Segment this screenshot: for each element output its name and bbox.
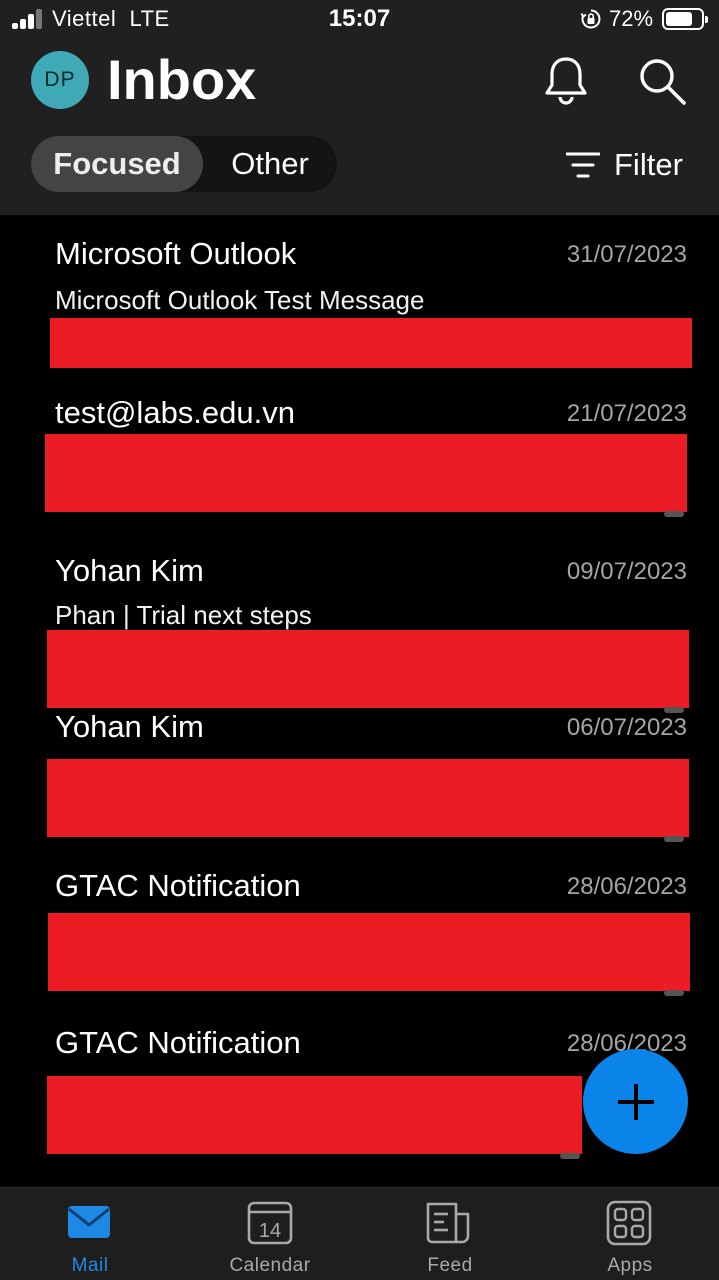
tab-calendar-label: Calendar [229, 1255, 311, 1276]
tab-feed-label: Feed [427, 1255, 473, 1276]
inbox-segmented-control: Focused Other [31, 136, 337, 192]
mail-icon [68, 1206, 110, 1238]
mail-sender: test@labs.edu.vn [55, 395, 295, 430]
redaction-block [45, 434, 687, 512]
bottom-tab-bar: Mail 14 Calendar Feed Apps [0, 1187, 719, 1280]
mail-date: 28/06/2023 [566, 873, 687, 900]
account-avatar[interactable]: DP [31, 51, 89, 109]
orientation-lock-icon [580, 9, 601, 29]
tab-calendar[interactable]: 14 Calendar [180, 1188, 360, 1280]
mail-date: 09/07/2023 [566, 558, 687, 585]
mail-sender: Yohan Kim [55, 553, 204, 588]
tab-feed[interactable]: Feed [360, 1188, 540, 1280]
redaction-block [50, 318, 692, 368]
mail-subject: Phan | Trial next steps [55, 600, 312, 630]
calendar-icon: 14 [247, 1201, 293, 1245]
redaction-block [47, 759, 689, 837]
mail-subject: Microsoft Outlook Test Message [55, 285, 425, 315]
battery-icon [662, 8, 708, 30]
filter-label: Filter [614, 147, 683, 182]
tab-apps-label: Apps [607, 1255, 653, 1276]
compose-button[interactable] [583, 1049, 688, 1154]
mail-sender: Microsoft Outlook [55, 236, 297, 271]
mail-row-4[interactable]: Yohan Kim 06/07/2023 [0, 707, 719, 847]
mail-row-3[interactable]: Yohan Kim 09/07/2023 Phan | Trial next s… [0, 532, 719, 713]
status-bar: Viettel LTE 15:07 72% [0, 0, 719, 40]
tab-other[interactable]: Other [203, 136, 337, 192]
filter-icon [566, 152, 600, 178]
page-title: Inbox [107, 48, 257, 111]
mail-date: 31/07/2023 [566, 241, 687, 268]
mail-row-1[interactable]: Microsoft Outlook 31/07/2023 Microsoft O… [0, 215, 719, 375]
mail-row-2[interactable]: test@labs.edu.vn 21/07/2023 [0, 375, 719, 525]
bell-icon[interactable] [542, 55, 590, 105]
battery-percentage: 72% [609, 6, 654, 31]
mail-row-5[interactable]: GTAC Notification 28/06/2023 [0, 847, 719, 1002]
tab-mail-label: Mail [71, 1255, 109, 1276]
feed-icon [426, 1202, 470, 1244]
mail-sender: Yohan Kim [55, 709, 204, 744]
attachment-indicator [664, 836, 684, 842]
attachment-indicator [664, 990, 684, 996]
calendar-day-number: 14 [259, 1220, 281, 1242]
app-header: Viettel LTE 15:07 72% DP Inbox Focused O… [0, 0, 719, 215]
search-icon[interactable] [636, 55, 688, 107]
attachment-indicator [664, 511, 684, 517]
tab-mail[interactable]: Mail [0, 1188, 180, 1280]
attachment-indicator [560, 1153, 580, 1159]
redaction-block [47, 1076, 582, 1154]
tab-focused[interactable]: Focused [31, 136, 203, 192]
mail-sender: GTAC Notification [55, 1025, 301, 1060]
redaction-block [48, 913, 690, 991]
mail-sender: GTAC Notification [55, 868, 301, 903]
mail-date: 06/07/2023 [566, 714, 687, 741]
tab-apps[interactable]: Apps [540, 1188, 719, 1280]
apps-grid-icon [606, 1200, 652, 1246]
redaction-block [47, 630, 689, 708]
mail-date: 21/07/2023 [566, 400, 687, 427]
